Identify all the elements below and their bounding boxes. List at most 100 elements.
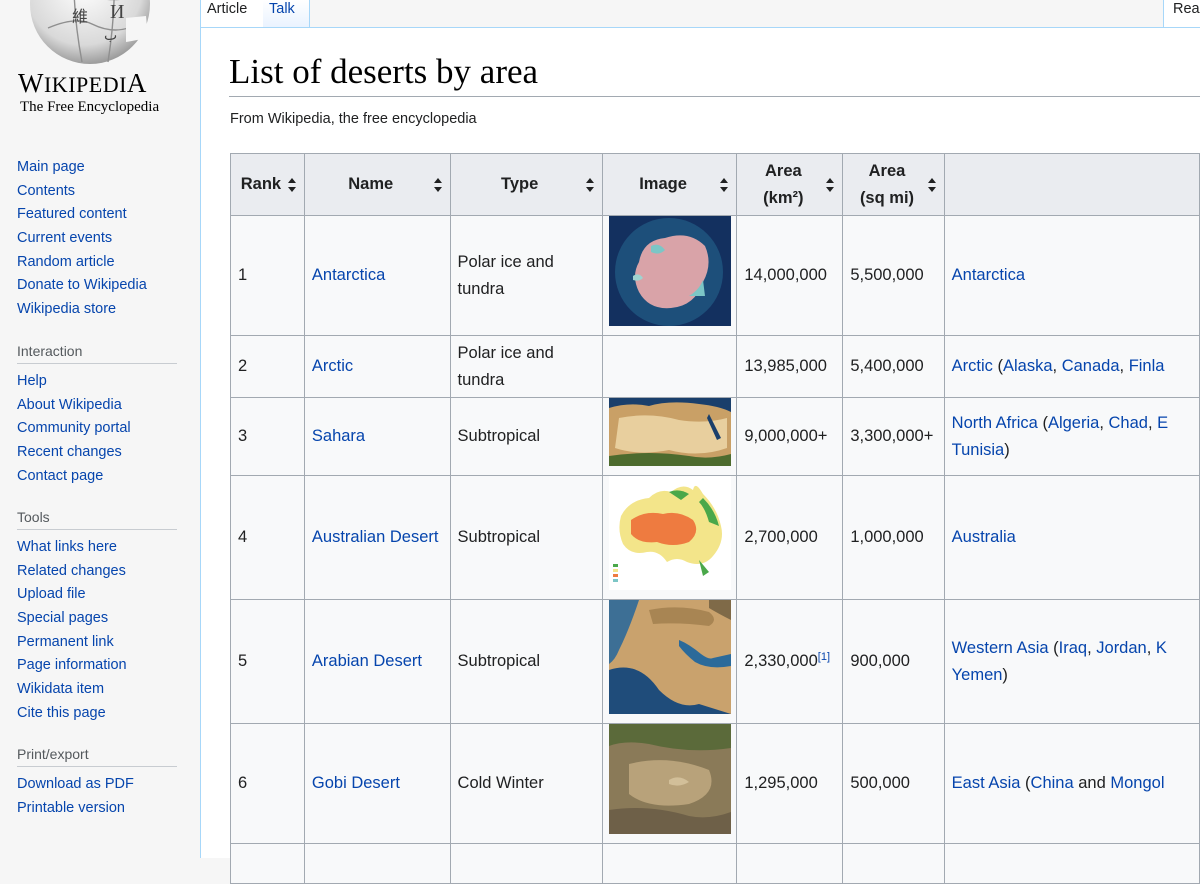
area-km-cell: 14,000,000 — [736, 215, 844, 336]
header-type[interactable]: Type — [449, 153, 603, 216]
country-link[interactable]: Algeria — [1048, 414, 1099, 432]
print-heading: Print/export — [17, 746, 177, 767]
empty-cell — [449, 843, 603, 884]
sidebar-link-printable-version[interactable]: Printable version — [17, 797, 177, 821]
region-link[interactable]: Australia — [952, 528, 1016, 546]
country-link[interactable]: Yemen — [952, 666, 1003, 684]
area-km-value: 2,700,000 — [744, 528, 818, 546]
sort-icon[interactable] — [433, 177, 443, 192]
deserts-table: Rank Name Type Image Area (km²) Area (sq m… — [230, 153, 1200, 884]
sidebar-link-page-information[interactable]: Page information — [17, 654, 177, 678]
wordmark: WIKIPEDIA — [18, 68, 147, 98]
country-link[interactable]: Canada — [1062, 357, 1120, 375]
tab-talk[interactable]: Talk — [263, 0, 310, 27]
desert-link[interactable]: Australian Desert — [312, 528, 439, 546]
desert-link[interactable]: Arctic — [312, 357, 353, 375]
sidebar-link-download-as-pdf[interactable]: Download as PDF — [17, 773, 177, 797]
header-area-mi[interactable]: Area (sq mi) — [842, 153, 945, 216]
country-link[interactable]: Chad — [1109, 414, 1148, 432]
country-link[interactable]: Tunisia — [952, 441, 1005, 459]
tab-article[interactable]: Article — [200, 0, 264, 28]
header-image[interactable]: Image — [601, 153, 738, 216]
country-link[interactable]: K — [1156, 639, 1167, 657]
sidebar-link-recent-changes[interactable]: Recent changes — [17, 441, 177, 465]
citation-link[interactable]: [1] — [818, 651, 830, 663]
table-row: 4 Australian Desert Subtropical 2,700,000 1,… — [230, 475, 1200, 600]
sidebar-link-upload-file[interactable]: Upload file — [17, 583, 177, 607]
country-link[interactable]: Mongol — [1110, 774, 1164, 792]
rank-cell: 2 — [230, 335, 305, 398]
region-link[interactable]: North Africa — [952, 414, 1038, 432]
area-km-value: 9,000,000+ — [744, 427, 828, 445]
country-link[interactable]: E — [1157, 414, 1168, 432]
desert-thumbnail[interactable] — [603, 216, 736, 335]
sort-icon[interactable] — [287, 177, 297, 192]
country-link[interactable]: Alaska — [1003, 357, 1053, 375]
empty-cell — [303, 843, 451, 884]
sidebar-link-cite-this-page[interactable]: Cite this page — [17, 702, 177, 726]
sidebar-link-featured-content[interactable]: Featured content — [17, 203, 177, 227]
desert-thumbnail[interactable] — [603, 476, 736, 599]
area-mi-cell: 1,000,000 — [842, 475, 945, 600]
sort-icon[interactable] — [826, 177, 835, 192]
region-link[interactable]: Arctic — [952, 357, 993, 375]
sort-icon[interactable] — [585, 177, 595, 192]
empty-cell — [601, 843, 738, 884]
region-link[interactable]: Antarctica — [952, 266, 1025, 284]
sidebar-link-contact-page[interactable]: Contact page — [17, 465, 177, 489]
puzzle-globe-icon: W 維 И ω ب — [30, 0, 150, 64]
sidebar-link-main-page[interactable]: Main page — [17, 156, 177, 180]
desert-link[interactable]: Antarctica — [312, 266, 385, 284]
location-cell: Western Asia (Iraq, Jordan, K Yemen) — [943, 599, 1200, 724]
region-link[interactable]: East Asia — [952, 774, 1021, 792]
sidebar-link-special-pages[interactable]: Special pages — [17, 607, 177, 631]
table-row — [230, 843, 1200, 884]
sidebar-link-about-wikipedia[interactable]: About Wikipedia — [17, 394, 177, 418]
country-link[interactable]: Iraq — [1059, 639, 1087, 657]
rank-cell: 1 — [230, 215, 305, 336]
desert-link[interactable]: Sahara — [312, 427, 365, 445]
area-km-cell: 1,295,000 — [736, 723, 844, 844]
sidebar-link-donate-to-wikipedia[interactable]: Donate to Wikipedia — [17, 274, 177, 298]
area-mi-cell: 900,000 — [842, 599, 945, 724]
type-cell: Subtropical — [449, 475, 603, 600]
region-link[interactable]: Western Asia — [952, 639, 1049, 657]
sidebar-link-what-links-here[interactable]: What links here — [17, 536, 177, 560]
type-cell: Cold Winter — [449, 723, 603, 844]
sidebar-link-help[interactable]: Help — [17, 370, 177, 394]
sidebar-link-contents[interactable]: Contents — [17, 180, 177, 204]
empty-cell — [943, 843, 1200, 884]
sidebar-link-wikidata-item[interactable]: Wikidata item — [17, 678, 177, 702]
sort-icon[interactable] — [927, 177, 937, 192]
table-row: 6 Gobi Desert Cold Winter 1,295,000 500,000 E… — [230, 723, 1200, 844]
sidebar-link-random-article[interactable]: Random article — [17, 251, 177, 275]
country-link[interactable]: China — [1031, 774, 1074, 792]
country-link[interactable]: Finla — [1129, 357, 1165, 375]
sidebar-link-community-portal[interactable]: Community portal — [17, 417, 177, 441]
sidebar-link-current-events[interactable]: Current events — [17, 227, 177, 251]
area-mi-cell: 500,000 — [842, 723, 945, 844]
tab-read[interactable]: Read — [1163, 0, 1200, 28]
sidebar-link-related-changes[interactable]: Related changes — [17, 560, 177, 584]
sidebar-link-permanent-link[interactable]: Permanent link — [17, 631, 177, 655]
country-link[interactable]: Jordan — [1096, 639, 1146, 657]
wikipedia-logo[interactable]: W 維 И ω ب WIKIPEDIA The Free Encyclopedi… — [0, 0, 190, 125]
header-name[interactable]: Name — [303, 153, 451, 216]
location-cell: Australia — [943, 475, 1200, 600]
desert-link[interactable]: Arabian Desert — [312, 652, 422, 670]
desert-thumbnail[interactable] — [603, 600, 736, 723]
desert-link[interactable]: Gobi Desert — [312, 774, 400, 792]
tools-portal: Tools What links here Related changes Uplo… — [17, 509, 177, 726]
desert-thumbnail[interactable] — [603, 398, 736, 475]
sort-icon[interactable] — [720, 177, 729, 192]
header-area-km[interactable]: Area (km²) — [736, 153, 844, 216]
table-row: 3 Sahara Subtropical 9,000,000+ 3,300,000+ No… — [230, 397, 1200, 476]
area-km-cell: 9,000,000+ — [736, 397, 844, 476]
type-cell: Polar ice and tundra — [449, 215, 603, 336]
rank-cell: 4 — [230, 475, 305, 600]
header-rank[interactable]: Rank — [230, 153, 305, 216]
table-row: 1 Antarctica Polar ice and tundra 14,000,00… — [230, 215, 1200, 336]
area-km-cell: 2,700,000 — [736, 475, 844, 600]
sidebar-link-wikipedia-store[interactable]: Wikipedia store — [17, 298, 177, 322]
desert-thumbnail[interactable] — [603, 724, 736, 843]
